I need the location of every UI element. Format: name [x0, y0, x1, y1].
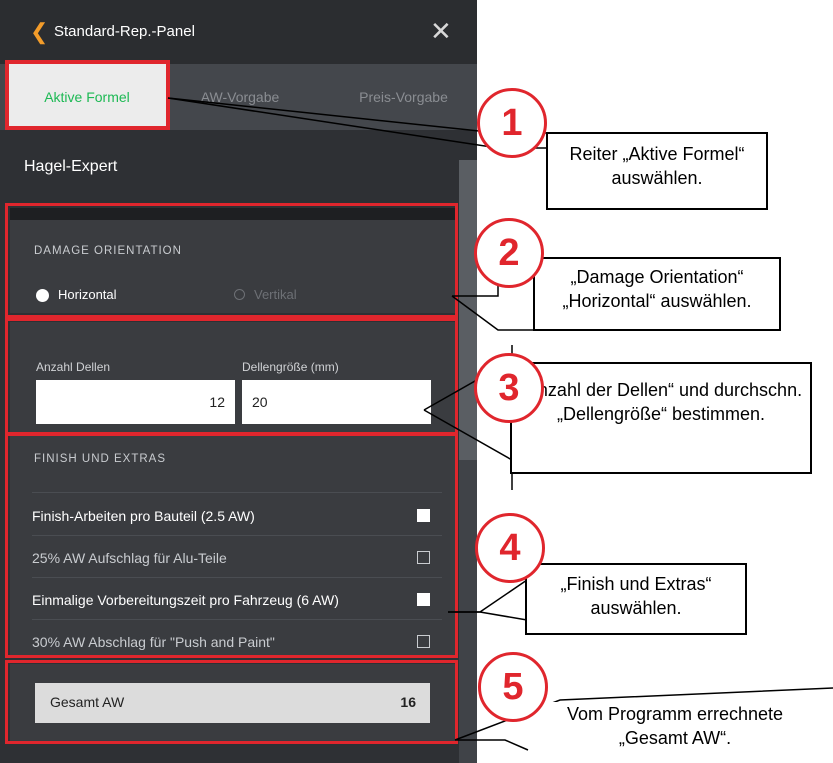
callout-1: Reiter „Aktive Formel“ auswählen.	[546, 132, 768, 210]
callout-2: „Damage Orientation“ „Horizontal“ auswäh…	[533, 257, 781, 331]
step-badge: 1	[477, 88, 547, 158]
callout-4: „Finish und Extras“ auswählen.	[525, 563, 747, 635]
step-badge: 3	[474, 353, 544, 423]
callout-5: Vom Programm errechnete „Gesamt AW“.	[530, 702, 820, 758]
callout-3: „Anzahl der Dellen“ und durchschn. „Dell…	[510, 362, 812, 474]
step-badge: 4	[475, 513, 545, 583]
step-badge: 2	[474, 218, 544, 288]
step-badge: 5	[478, 652, 548, 722]
